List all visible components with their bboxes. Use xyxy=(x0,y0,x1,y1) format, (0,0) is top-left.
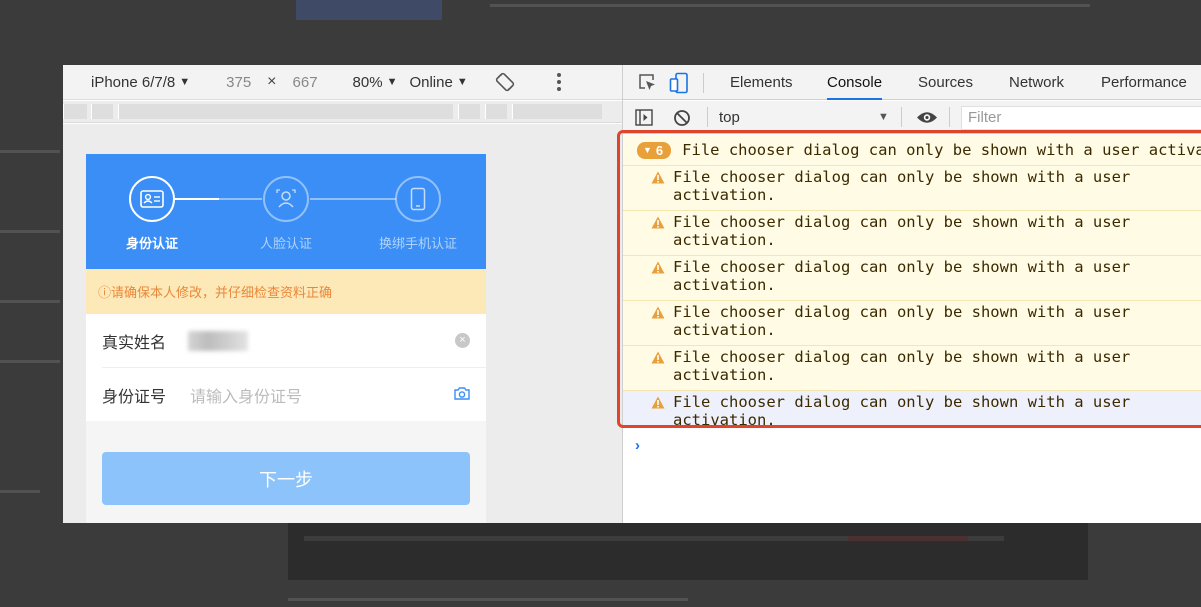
device-name: iPhone 6/7/8 xyxy=(91,73,176,91)
context-select[interactable]: top xyxy=(719,109,740,126)
step-label: 换绑手机认证 xyxy=(378,236,457,251)
next-step-button[interactable]: 下一步 xyxy=(102,452,470,505)
inspect-element-icon[interactable] xyxy=(637,72,657,96)
id-number-input[interactable]: 请输入身份证号 xyxy=(190,383,302,407)
id-row: 身份证号 请输入身份证号 xyxy=(86,368,486,421)
identity-form: 真实姓名 × 身份证号 请输入身份证号 xyxy=(86,314,486,421)
device-toggle-icon[interactable] xyxy=(669,72,689,98)
notice-banner: ⓘ请确保本人修改，并仔细检查资料正确 xyxy=(86,269,486,314)
name-input-value-blurred[interactable] xyxy=(188,330,248,351)
console-toolbar: top ▼ Filter xyxy=(623,101,1201,134)
console-warning[interactable]: File chooser dialog can only be shown wi… xyxy=(623,165,1201,210)
name-row: 真实姓名 × xyxy=(86,314,486,367)
console-warning[interactable]: File chooser dialog can only be shown wi… xyxy=(623,255,1201,300)
toolbar-separator xyxy=(901,107,902,127)
warning-text-line2: activation. xyxy=(673,321,776,339)
console-warning[interactable]: File chooser dialog can only be shown wi… xyxy=(623,210,1201,255)
toolbar-separator xyxy=(707,107,708,127)
verification-steps: 身份认证 人脸认证 换绑手机认证 xyxy=(86,154,486,269)
warning-text-line2: activation. xyxy=(673,231,776,249)
eye-icon[interactable] xyxy=(916,110,938,129)
caret-down-icon: ▼ xyxy=(179,76,191,88)
face-icon xyxy=(263,176,309,222)
warning-group-message: File chooser dialog can only be shown wi… xyxy=(682,141,1201,159)
device-toolbar: iPhone 6/7/8 ▼ 375 × 667 80% ▼ Online ▼ xyxy=(63,65,622,100)
tab-console[interactable]: Console xyxy=(827,65,883,100)
times-icon: × xyxy=(267,73,277,90)
caret-down-icon: ▼ xyxy=(878,111,889,123)
step-identity: 身份认证 xyxy=(92,176,212,252)
warning-text-line1: File chooser dialog can only be shown wi… xyxy=(673,213,1131,231)
warning-text-line1: File chooser dialog can only be shown wi… xyxy=(673,168,1131,186)
step-label: 身份认证 xyxy=(125,236,178,251)
device-select[interactable]: iPhone 6/7/8 ▼ xyxy=(91,74,190,91)
warning-icon xyxy=(651,305,665,323)
zoom-select[interactable]: 80% ▼ xyxy=(353,74,398,91)
console-output: ▼ 6 File chooser dialog can only be show… xyxy=(623,135,1201,523)
tab-network[interactable]: Network xyxy=(1009,65,1064,100)
viewport-height[interactable]: 667 xyxy=(293,74,318,91)
console-prompt-chevron-icon[interactable]: › xyxy=(635,437,640,454)
warning-icon xyxy=(651,395,665,413)
tab-sources[interactable]: Sources xyxy=(918,65,973,100)
warning-text-line1: File chooser dialog can only be shown wi… xyxy=(673,348,1131,366)
step-phone: 换绑手机认证 xyxy=(358,176,478,252)
name-label: 真实姓名 xyxy=(102,334,167,352)
caret-down-icon: ▼ xyxy=(386,76,398,88)
network-value: Online xyxy=(409,73,453,91)
sidebar-toggle-icon[interactable] xyxy=(635,109,653,130)
console-warning[interactable]: File chooser dialog can only be shown wi… xyxy=(623,390,1201,427)
clear-icon[interactable]: × xyxy=(455,333,470,348)
tab-performance[interactable]: Performance xyxy=(1101,65,1187,100)
rotate-icon[interactable] xyxy=(495,72,515,92)
clear-console-icon[interactable] xyxy=(673,109,691,131)
warning-text-line1: File chooser dialog can only be shown wi… xyxy=(673,393,1131,411)
emulated-viewport: 身份认证 人脸认证 换绑手机认证 ⓘ请确保本人修改，并仔细检查资料正确 真实姓名… xyxy=(63,124,622,523)
warning-text-line2: activation. xyxy=(673,276,776,294)
warning-count: 6 xyxy=(655,142,664,158)
viewport-width[interactable]: 375 xyxy=(226,74,251,91)
warning-text-line2: activation. xyxy=(673,186,776,204)
warning-icon xyxy=(651,170,665,188)
console-warning[interactable]: File chooser dialog can only be shown wi… xyxy=(623,300,1201,345)
phone-icon xyxy=(395,176,441,222)
id-label: 身份证号 xyxy=(102,388,167,406)
toolbar-separator xyxy=(949,107,950,127)
devtools-tabbar: Elements Console Sources Network Perform… xyxy=(623,65,1201,100)
toolbar-separator xyxy=(703,73,704,93)
filter-input[interactable]: Filter xyxy=(961,106,1201,130)
warning-icon xyxy=(651,350,665,368)
id-card-icon xyxy=(129,176,175,222)
step-face: 人脸认证 xyxy=(226,176,346,252)
warning-count-badge: ▼ 6 xyxy=(637,141,672,159)
caret-down-icon: ▼ xyxy=(456,76,468,88)
phone-screen: 身份认证 人脸认证 换绑手机认证 ⓘ请确保本人修改，并仔细检查资料正确 真实姓名… xyxy=(86,154,486,523)
caret-down-icon: ▼ xyxy=(643,144,652,155)
devtools-panel: Elements Console Sources Network Perform… xyxy=(623,65,1201,523)
zoom-value: 80% xyxy=(352,73,383,91)
more-options-icon[interactable] xyxy=(556,73,561,91)
browser-devtools-window: iPhone 6/7/8 ▼ 375 × 667 80% ▼ Online ▼ xyxy=(63,65,1201,523)
warning-text-line1: File chooser dialog can only be shown wi… xyxy=(673,258,1131,276)
step-label: 人脸认证 xyxy=(259,236,312,251)
network-throttle-select[interactable]: Online ▼ xyxy=(409,74,467,91)
warning-icon xyxy=(651,215,665,233)
warning-icon xyxy=(651,260,665,278)
warning-text-line1: File chooser dialog can only be shown wi… xyxy=(673,303,1131,321)
warning-text-line2: activation. xyxy=(673,366,776,384)
console-warning[interactable]: File chooser dialog can only be shown wi… xyxy=(623,345,1201,390)
tab-elements[interactable]: Elements xyxy=(730,65,793,100)
warning-text-line2: activation. xyxy=(673,411,776,427)
media-query-ruler[interactable] xyxy=(63,101,622,123)
camera-icon[interactable] xyxy=(453,386,471,406)
warning-group-header[interactable]: ▼ 6 File chooser dialog can only be show… xyxy=(623,135,1201,165)
